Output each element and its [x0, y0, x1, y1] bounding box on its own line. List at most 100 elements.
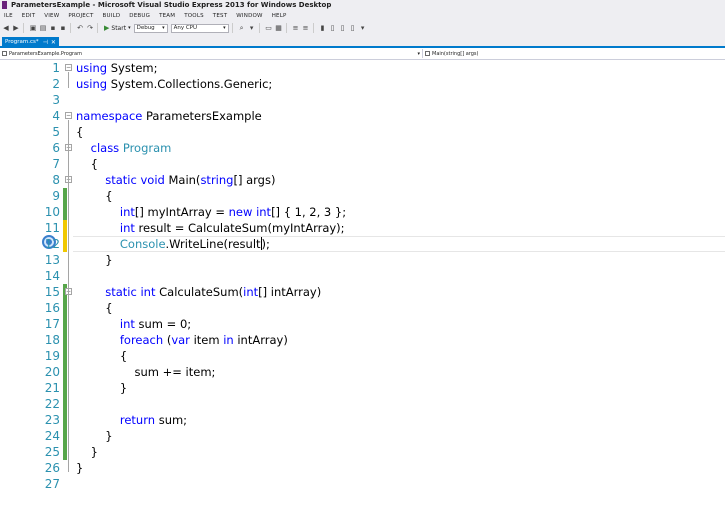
- uncomment-icon[interactable]: ≡: [302, 24, 310, 32]
- menu-team[interactable]: TEAM: [159, 13, 175, 19]
- line-number: 1: [52, 61, 60, 75]
- tab-label: Program.cs*: [5, 39, 39, 45]
- menu-edit[interactable]: EDIT: [22, 13, 36, 19]
- code-line[interactable]: 18 foreach (var item in intArray): [0, 332, 725, 348]
- code-line[interactable]: 6− class Program: [0, 140, 725, 156]
- solution-explorer-icon[interactable]: ▭: [265, 24, 273, 32]
- menu-test[interactable]: TEST: [213, 13, 228, 19]
- menu-project[interactable]: PROJECT: [68, 13, 93, 19]
- code-text: namespace ParametersExample: [76, 109, 262, 123]
- code-line[interactable]: 16 {: [0, 300, 725, 316]
- code-text: }: [76, 253, 113, 267]
- code-text: {: [76, 157, 98, 171]
- line-number: 12: [44, 237, 60, 251]
- properties-icon[interactable]: ▦: [275, 24, 283, 32]
- code-line[interactable]: 2 using System.Collections.Generic;: [0, 76, 725, 92]
- previous-bookmark-icon[interactable]: ▯: [329, 24, 337, 32]
- code-line[interactable]: 5{: [0, 124, 725, 140]
- navigate-back-icon[interactable]: ◀: [2, 24, 10, 32]
- menu-file[interactable]: ILE: [4, 13, 13, 19]
- code-text: {: [76, 349, 128, 363]
- menu-tools[interactable]: TOOLS: [184, 13, 204, 19]
- code-line[interactable]: 9 {: [0, 188, 725, 204]
- menu-view[interactable]: VIEW: [44, 13, 59, 19]
- saved-change-marker: [63, 364, 67, 380]
- code-line[interactable]: 13 }: [0, 252, 725, 268]
- code-line[interactable]: 22: [0, 396, 725, 412]
- saved-change-marker: [63, 332, 67, 348]
- code-line[interactable]: 7 {: [0, 156, 725, 172]
- pin-icon[interactable]: ⊣: [43, 37, 48, 48]
- menu-build[interactable]: BUILD: [103, 13, 121, 19]
- line-number: 15: [44, 285, 60, 299]
- line-number: 13: [44, 253, 60, 267]
- types-dropdown[interactable]: ParametersExample.Program ▾: [2, 49, 423, 58]
- code-line[interactable]: 15− static int CalculateSum(int[] intArr…: [0, 284, 725, 300]
- save-icon[interactable]: ▪: [49, 24, 57, 32]
- code-text: }: [76, 445, 98, 459]
- play-icon: ▶: [104, 24, 110, 32]
- comment-icon[interactable]: ≡: [292, 24, 300, 32]
- find-icon[interactable]: ⌕: [238, 24, 246, 32]
- code-text: {: [76, 125, 84, 139]
- code-line[interactable]: 21 }: [0, 380, 725, 396]
- toolbar-separator: [97, 23, 98, 33]
- solution-platform-select[interactable]: Any CPU ▾: [170, 23, 229, 33]
- code-line[interactable]: 27: [0, 476, 725, 492]
- members-dropdown[interactable]: Main(string[] args): [425, 49, 723, 58]
- code-line[interactable]: 3: [0, 92, 725, 108]
- menu-bar: ILE EDIT VIEW PROJECT BUILD DEBUG TEAM T…: [0, 10, 725, 21]
- code-line[interactable]: 20 sum += item;: [0, 364, 725, 380]
- code-line[interactable]: 11 int result = CalculateSum(myIntArray)…: [0, 220, 725, 236]
- save-all-icon[interactable]: ▪: [59, 24, 67, 32]
- fold-guide-line: [68, 184, 69, 264]
- solution-configuration-select[interactable]: Debug ▾: [133, 23, 168, 33]
- bookmark-icon[interactable]: ▮: [319, 24, 327, 32]
- code-line[interactable]: 4− namespace ParametersExample: [0, 108, 725, 124]
- chevron-down-icon: ▾: [223, 24, 226, 31]
- line-number: 23: [44, 413, 60, 427]
- new-project-icon[interactable]: ▣: [29, 24, 37, 32]
- types-dropdown-value: ParametersExample.Program: [9, 50, 82, 57]
- code-line[interactable]: 12 Console.WriteLine(result);: [0, 236, 725, 252]
- menu-debug[interactable]: DEBUG: [129, 13, 150, 19]
- code-line[interactable]: 19 {: [0, 348, 725, 364]
- navigate-forward-icon[interactable]: ▶: [12, 24, 20, 32]
- code-line[interactable]: 10 int[] myIntArray = new int[] { 1, 2, …: [0, 204, 725, 220]
- clear-bookmarks-icon[interactable]: ▯: [349, 24, 357, 32]
- menu-window[interactable]: WINDOW: [236, 13, 262, 19]
- toolbar-options-icon[interactable]: ▾: [359, 24, 367, 32]
- solution-configuration-value: Debug: [136, 24, 155, 31]
- collapse-icon[interactable]: −: [65, 112, 72, 119]
- close-icon[interactable]: ✕: [51, 37, 56, 48]
- code-line[interactable]: 24 }: [0, 428, 725, 444]
- menu-help[interactable]: HELP: [272, 13, 287, 19]
- code-line[interactable]: 23 return sum;: [0, 412, 725, 428]
- tab-program-cs[interactable]: Program.cs* ⊣ ✕: [2, 37, 59, 48]
- chevron-down-icon: ▾: [128, 25, 131, 31]
- saved-change-marker: [63, 396, 67, 412]
- line-number: 6: [52, 141, 60, 155]
- next-bookmark-icon[interactable]: ▯: [339, 24, 347, 32]
- chevron-down-icon: ▾: [162, 24, 165, 31]
- open-file-icon[interactable]: ▤: [39, 24, 47, 32]
- code-line[interactable]: 17 int sum = 0;: [0, 316, 725, 332]
- collapse-icon[interactable]: −: [65, 64, 72, 71]
- code-line[interactable]: 1− using System;: [0, 60, 725, 76]
- line-number: 7: [52, 157, 60, 171]
- code-line[interactable]: 25 }: [0, 444, 725, 460]
- start-debugging-button[interactable]: ▶ Start ▾: [104, 24, 131, 32]
- code-editor[interactable]: 1− using System; 2 using System.Collections…: [0, 60, 725, 513]
- undo-icon[interactable]: ↶: [76, 24, 84, 32]
- line-number: 2: [52, 77, 60, 91]
- redo-icon[interactable]: ↷: [86, 24, 94, 32]
- code-line[interactable]: 8− static void Main(string[] args): [0, 172, 725, 188]
- class-icon: [2, 51, 7, 56]
- code-line[interactable]: 26}: [0, 460, 725, 476]
- text-caret: [260, 237, 262, 250]
- solution-platform-value: Any CPU: [173, 24, 198, 31]
- document-tab-strip: Program.cs* ⊣ ✕: [0, 35, 725, 48]
- line-number: 16: [44, 301, 60, 315]
- chevron-down-icon[interactable]: ▾: [248, 24, 256, 32]
- code-line[interactable]: 14: [0, 268, 725, 284]
